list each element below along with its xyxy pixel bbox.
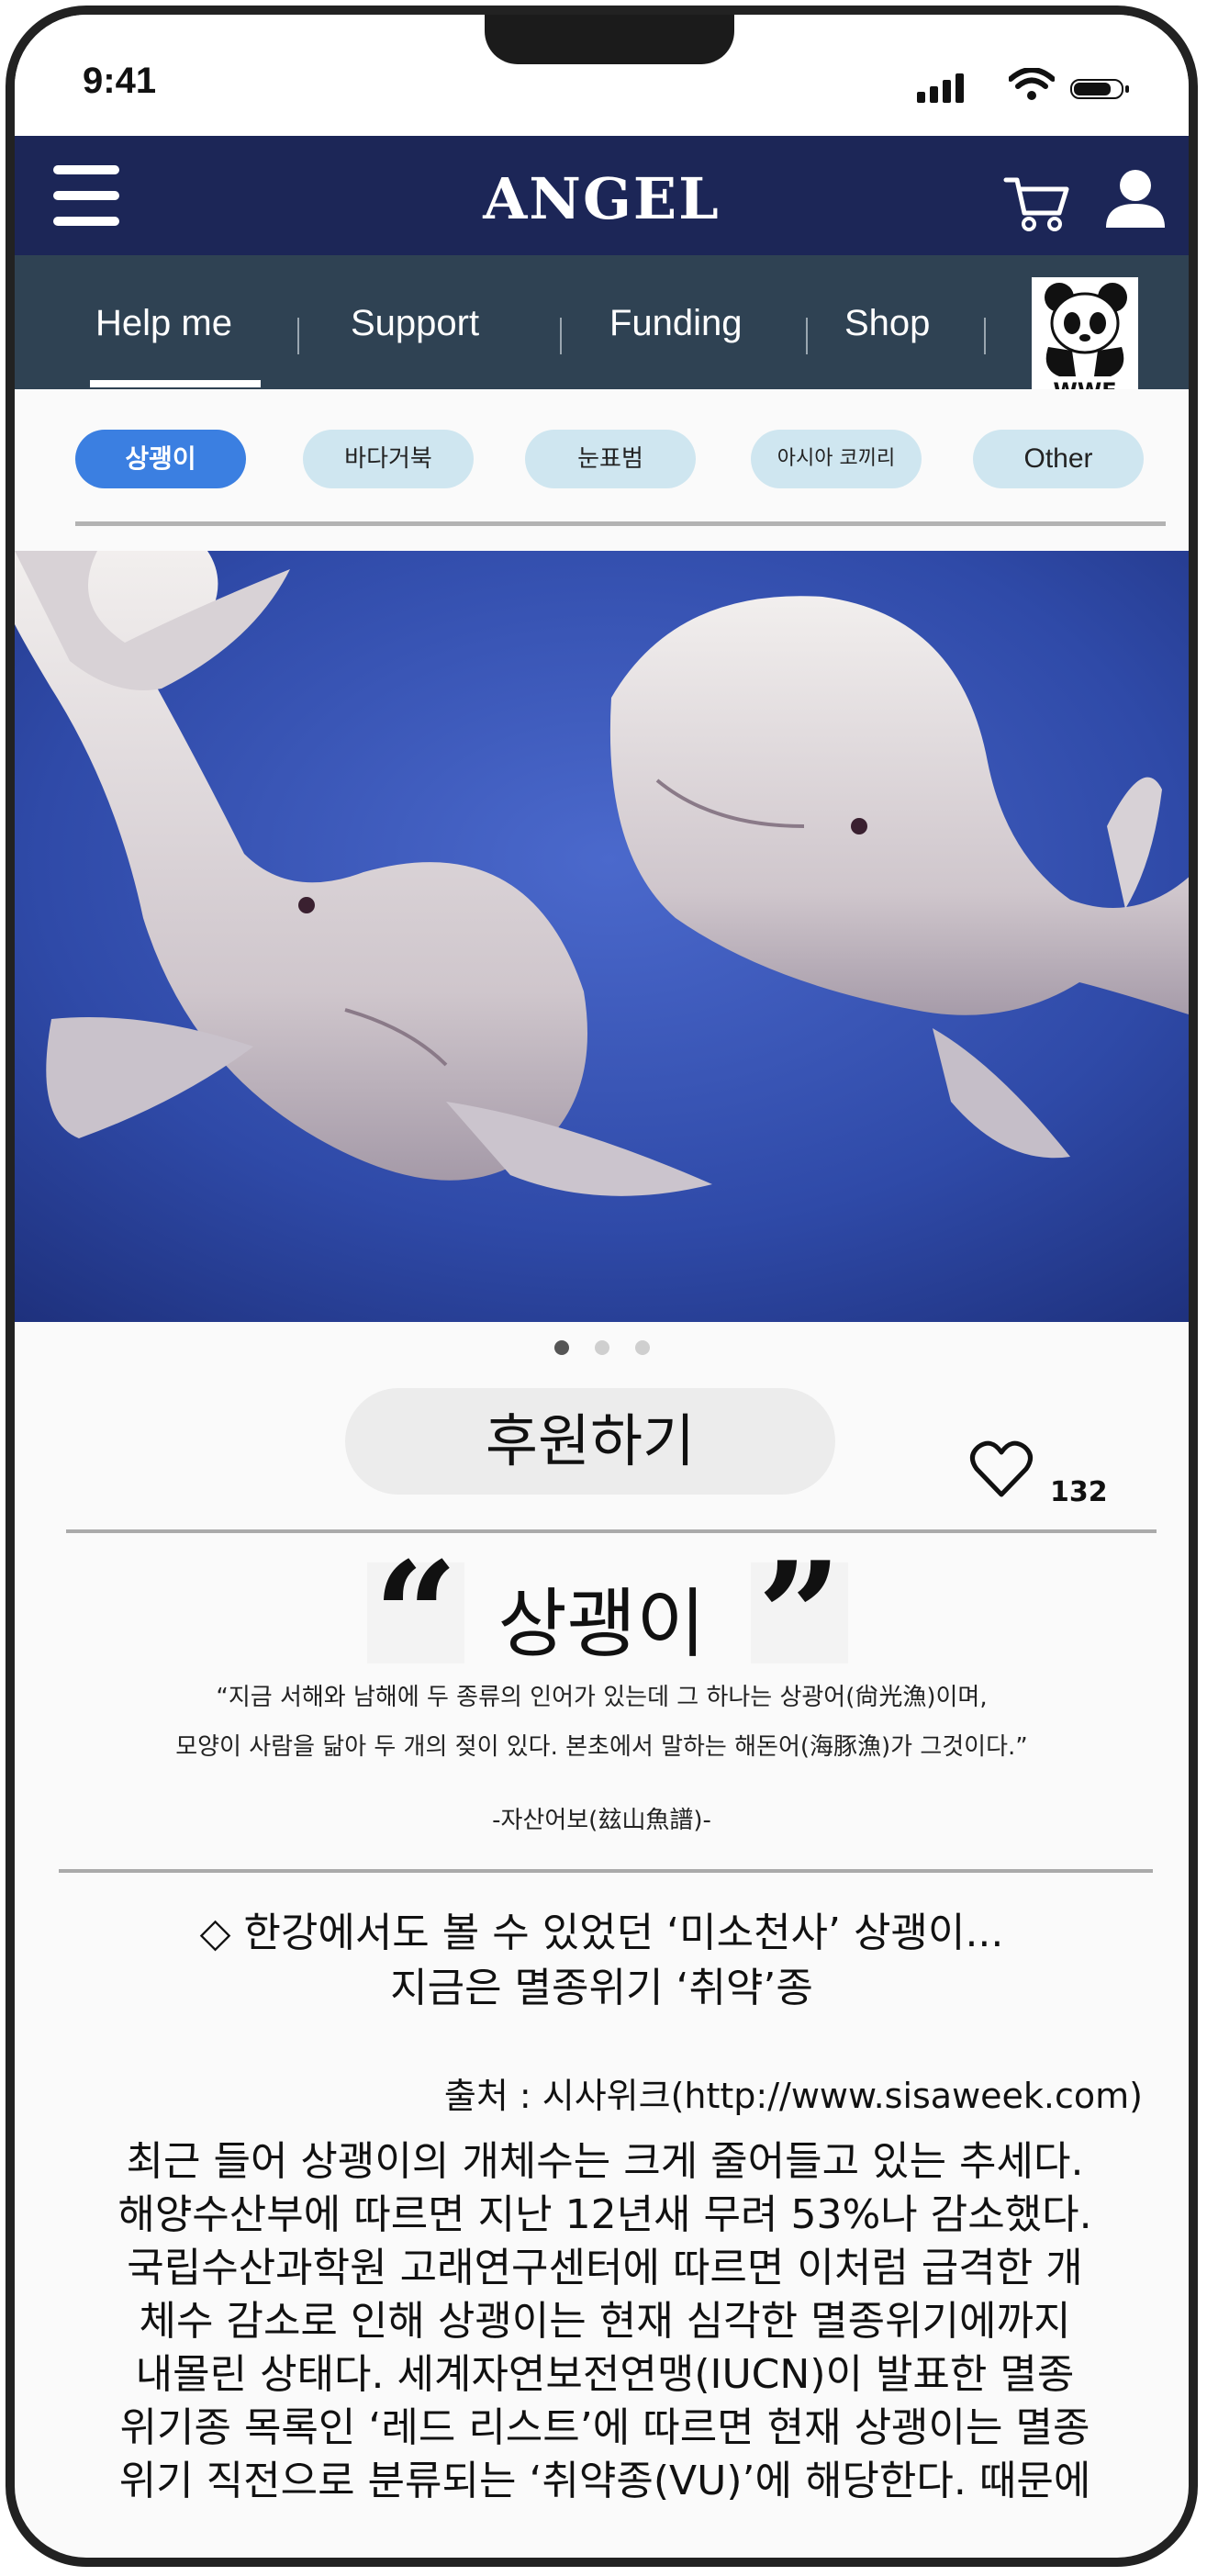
heart-icon[interactable] — [969, 1439, 1034, 1498]
porpoise-photo — [15, 551, 1189, 1322]
carousel-dot[interactable] — [594, 1340, 609, 1355]
carousel-dots[interactable] — [15, 1340, 1189, 1359]
body-line: 해양수산부에 따르면 지난 12년새 무려 53%나 감소했다. — [117, 2191, 1092, 2238]
chip-other[interactable]: Other — [973, 430, 1144, 488]
app-header: ANGEL — [15, 136, 1189, 255]
donate-button[interactable]: 후원하기 — [345, 1388, 835, 1495]
article-title: 상괭이 — [497, 1581, 706, 1668]
chip-finless-porpoise[interactable]: 상괭이 — [75, 430, 246, 488]
divider — [66, 1529, 1157, 1533]
article-body: 최근 들어 상괭이의 개체수는 크게 줄어들고 있는 추세다. 해양수산부에 따… — [40, 2135, 1169, 2508]
chip-divider — [75, 521, 1166, 526]
category-chips: 상괭이 바다거북 눈표범 아시아 코끼리 Other — [15, 389, 1189, 551]
wifi-icon — [1009, 68, 1055, 100]
notch — [485, 15, 734, 64]
body-line: 체수 감소로 인해 상괭이는 현재 심각한 멸종위기에까지 — [139, 2298, 1071, 2345]
nav-support[interactable]: Support — [351, 303, 479, 344]
user-icon[interactable] — [1103, 167, 1168, 231]
quote-line-1: “지금 서해와 남해에 두 종류의 인어가 있는데 그 하나는 상광어(尙光漁)… — [216, 1684, 988, 1711]
phone-frame: 9:41 ANGEL Help me Support Funding Shop … — [6, 6, 1198, 2567]
quote-source: -자산어보(玆山魚譜)- — [492, 1807, 711, 1834]
body-line: 위기종 목록인 ‘레드 리스트’에 따르면 현재 상괭이는 멸종 — [119, 2404, 1090, 2451]
panda-icon: WWF — [1045, 283, 1127, 404]
signal-icon — [917, 72, 968, 103]
battery-icon — [1070, 79, 1123, 99]
quote-line-2: 모양이 사람을 닮아 두 개의 젖이 있다. 본초에서 말하는 해돈어(海豚漁)… — [175, 1733, 1028, 1761]
nav-funding[interactable]: Funding — [609, 303, 743, 344]
body-line: 국립수산과학원 고래연구센터에 따르면 이처럼 급격한 개 — [127, 2245, 1083, 2291]
divider — [59, 1869, 1153, 1873]
nav-help-me[interactable]: Help me — [95, 303, 232, 344]
article-source[interactable]: 출처 : 시사위크(http://www.sisaweek.com) — [444, 2067, 1143, 2118]
chip-sea-turtle[interactable]: 바다거북 — [303, 430, 474, 488]
headline-line-2: 지금은 멸종위기 ‘취약’종 — [390, 1965, 813, 2011]
nav-active-indicator — [90, 380, 261, 387]
main-nav: Help me Support Funding Shop WWF — [15, 255, 1189, 404]
menu-icon[interactable] — [53, 163, 119, 228]
wwf-logo[interactable]: WWF — [1032, 277, 1138, 404]
article-title-row: “ 상괭이 ” — [15, 1542, 1189, 1689]
quote-close-icon: ” — [751, 1542, 848, 1689]
body-line: 내몰린 상태다. 세계자연보전연맹(IUCN)이 발표한 멸종 — [135, 2351, 1075, 2398]
cart-icon[interactable] — [1002, 173, 1070, 233]
chip-snow-leopard[interactable]: 눈표범 — [525, 430, 696, 488]
headline-line-1: ◇ 한강에서도 볼 수 있었던 ‘미소천사’ 상괭이... — [199, 1910, 1004, 1956]
carousel-dot[interactable] — [634, 1340, 650, 1355]
body-line: 위기 직전으로 분류되는 ‘취약종(VU)’에 해당한다. 때문에 — [118, 2458, 1091, 2504]
body-line: 최근 들어 상괭이의 개체수는 크게 줄어들고 있는 추세다. — [126, 2138, 1084, 2185]
chip-asian-elephant[interactable]: 아시아 코끼리 — [751, 430, 922, 488]
carousel-dot[interactable] — [553, 1340, 569, 1355]
status-time: 9:41 — [83, 61, 157, 101]
like-count: 132 — [1050, 1476, 1108, 1508]
hero-image[interactable] — [15, 551, 1189, 1322]
nav-shop[interactable]: Shop — [844, 303, 930, 344]
